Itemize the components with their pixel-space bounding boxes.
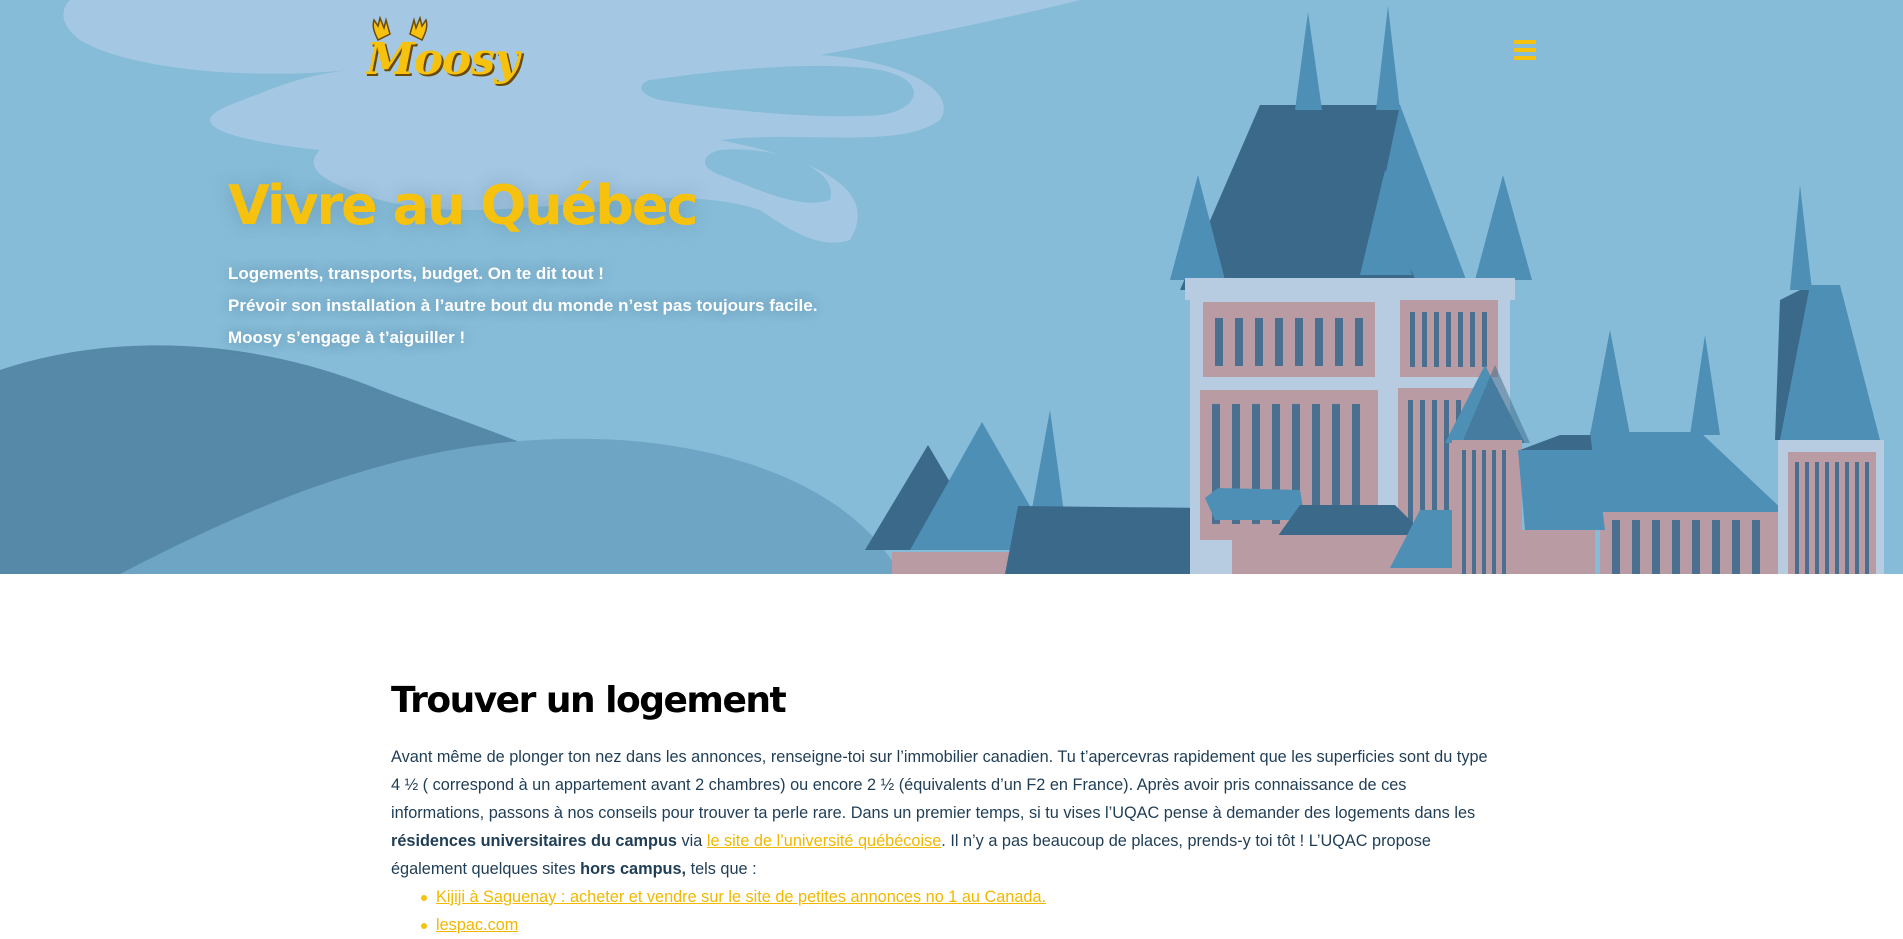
list-item: lespac.com: [421, 911, 1501, 939]
paragraph-bold-text: résidences universitaires du campus: [391, 832, 677, 850]
section-title: Trouver un logement: [391, 680, 787, 721]
hero-title: Vivre au Québec: [228, 174, 699, 237]
hamburger-menu-icon[interactable]: [1514, 40, 1536, 62]
hero-banner: Moosy Vivre au Québec Logements, transpo…: [0, 0, 1903, 574]
hero-line: Prévoir son installation à l’autre bout …: [228, 296, 818, 315]
hero-line: Logements, transports, budget. On te dit…: [228, 264, 604, 283]
paragraph-bold-text: hors campus,: [580, 860, 687, 878]
kijiji-link[interactable]: Kijiji à Saguenay : acheter et vendre su…: [436, 888, 1046, 906]
paragraph-text: tels que :: [686, 860, 757, 878]
university-site-link[interactable]: le site de l’université québécoise: [707, 832, 941, 850]
hero-subtitle: Logements, transports, budget. On te dit…: [228, 258, 817, 354]
paragraph-text: Avant même de plonger ton nez dans les a…: [391, 748, 1488, 822]
hero-line: Moosy s’engage à t’aiguiller !: [228, 328, 466, 347]
list-item: Kijiji à Saguenay : acheter et vendre su…: [421, 883, 1501, 911]
section-paragraph: Avant même de plonger ton nez dans les a…: [391, 743, 1501, 883]
logo-text: Moosy: [366, 34, 520, 85]
paragraph-text: via: [676, 832, 707, 850]
main-content: Trouver un logement Avant même de plonge…: [391, 680, 1501, 939]
housing-links-list: Kijiji à Saguenay : acheter et vendre su…: [391, 883, 1501, 939]
lespac-link[interactable]: lespac.com: [436, 916, 518, 934]
moosy-logo[interactable]: Moosy: [364, 16, 520, 92]
